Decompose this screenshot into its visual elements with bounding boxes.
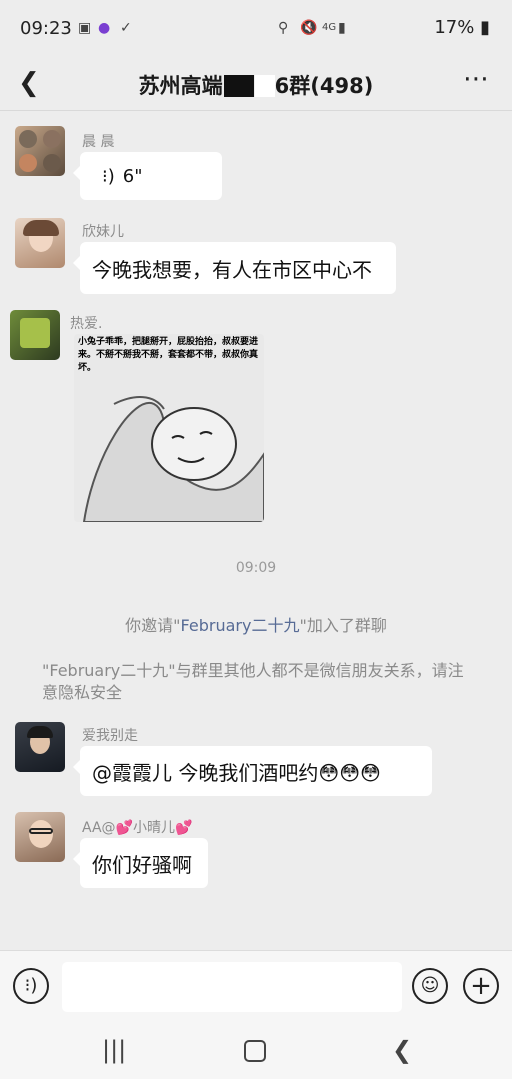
voice-duration: 6": [122, 165, 143, 187]
message-input[interactable]: [62, 962, 402, 1012]
meme-drawing: [82, 396, 264, 522]
sender-name: 爱我别走: [82, 728, 138, 744]
message-bubble[interactable]: 今晚我想要，有人在市区中心不: [73, 242, 396, 294]
message-text: 今晚我想要，有人在市区中心不: [92, 257, 372, 282]
signal-icon: ▮: [338, 20, 346, 36]
message-text: @霞霞儿 今晚我们酒吧约😳😳😳: [92, 760, 381, 785]
avatar[interactable]: [15, 812, 65, 862]
chat-title: 苏州高端 6群(498): [138, 74, 374, 98]
system-invite-message: 你邀请"February二十九"加入了群聊: [125, 616, 387, 635]
app-icon: ●: [98, 20, 111, 36]
status-time: 09:23: [20, 18, 72, 39]
avatar[interactable]: [15, 126, 65, 176]
time-separator: 09:09: [235, 560, 277, 576]
system-nav-bar: ||| ❮: [0, 1020, 512, 1079]
recents-icon[interactable]: |||: [102, 1036, 126, 1064]
input-bar: ⁝) ☺ +: [0, 950, 512, 1021]
avatar[interactable]: [15, 722, 65, 772]
network-label: 4G: [322, 22, 337, 33]
voice-message-bubble[interactable]: ⁝) 6": [73, 152, 222, 200]
key-icon: ⚲: [278, 20, 289, 36]
avatar[interactable]: [10, 310, 60, 360]
sender-name: 晨 晨: [82, 134, 115, 150]
image-message[interactable]: 小兔子乖乖，把腿掰开，屁股抬抬，叔叔要进来。不掰不掰我不掰，套套都不带，叔叔你真…: [74, 334, 264, 522]
more-icon[interactable]: ⋯: [463, 64, 490, 94]
status-bar: 09:23 ▣ ● ✓ ⚲ 🔇 4G ▮ 17% ▮: [0, 0, 512, 58]
check-icon: ✓: [120, 20, 132, 36]
invitee-link[interactable]: February二十九: [181, 616, 300, 635]
battery-level: 17% ▮: [434, 17, 490, 38]
sender-name: 欣妹儿: [82, 224, 124, 240]
message-bubble[interactable]: @霞霞儿 今晚我们酒吧约😳😳😳: [73, 746, 432, 796]
plus-icon[interactable]: +: [463, 968, 499, 1004]
redaction-block: [223, 75, 254, 97]
mute-icon: 🔇: [300, 20, 318, 36]
message-bubble[interactable]: 你们好骚啊: [73, 838, 208, 888]
gallery-icon: ▣: [78, 20, 92, 36]
nav-back-icon[interactable]: ❮: [392, 1036, 412, 1064]
voice-wave-icon: ⁝): [102, 165, 115, 187]
sender-name: AA@💕小晴儿💕: [82, 820, 193, 836]
sender-name: 热爱.: [70, 316, 103, 332]
voice-icon[interactable]: ⁝): [13, 968, 49, 1004]
avatar[interactable]: [15, 218, 65, 268]
privacy-notice: "February二十九"与群里其他人都不是微信朋友关系，请注意隐私安全: [42, 661, 464, 702]
chat-header: ❮ 苏州高端 6群(498) ⋯: [0, 58, 512, 111]
message-text: 你们好骚啊: [92, 852, 192, 877]
emoji-icon[interactable]: ☺: [412, 968, 448, 1004]
home-icon[interactable]: [244, 1040, 266, 1062]
